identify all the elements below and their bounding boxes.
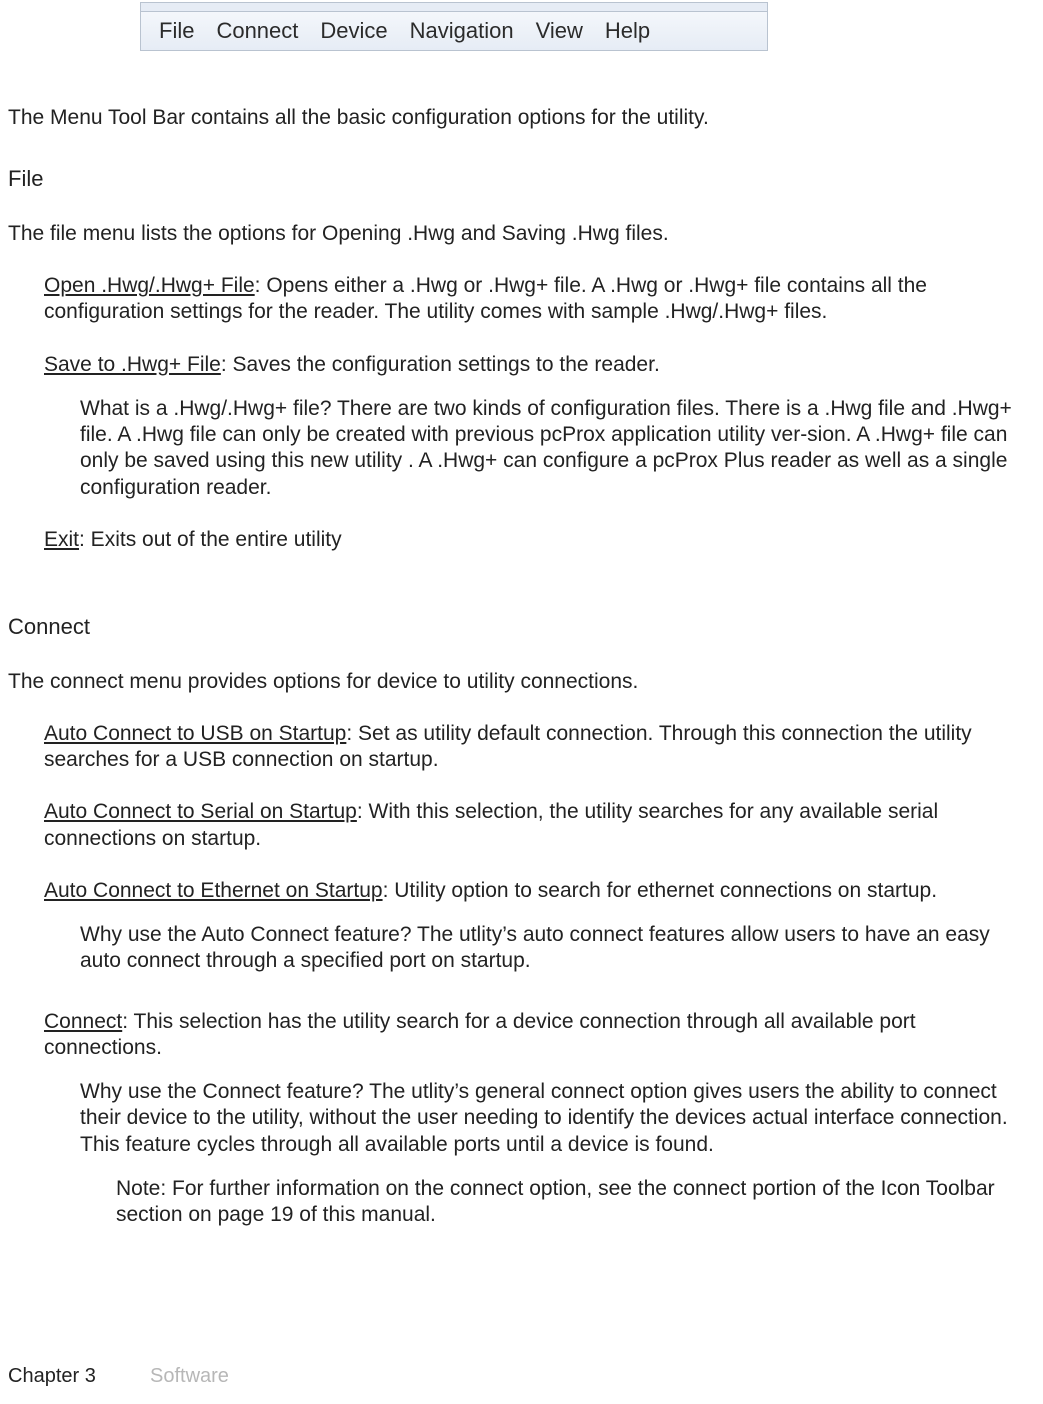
connect-auto-usb-item: Auto Connect to USB on Startup: Set as u… xyxy=(44,721,1035,774)
footer-chapter: Chapter 3 xyxy=(8,1365,96,1388)
connect-auto-eth-item: Auto Connect to Ethernet on Startup: Uti… xyxy=(44,878,1035,904)
connect-auto-eth-label: Auto Connect to Ethernet on Startup xyxy=(44,879,383,902)
file-save-desc: : Saves the configuration settings to th… xyxy=(221,353,660,376)
file-exit-label: Exit xyxy=(44,528,79,551)
connect-connect-label: Connect xyxy=(44,1010,122,1033)
menu-item-device[interactable]: Device xyxy=(320,18,387,44)
menu-item-view[interactable]: View xyxy=(536,18,583,44)
file-whatis: What is a .Hwg/.Hwg+ file? There are two… xyxy=(80,396,1035,501)
connect-connect-desc: : This selection has the utility search … xyxy=(44,1010,916,1059)
menu-toolbar-screenshot: File Connect Device Navigation View Help xyxy=(140,2,768,51)
footer-section: Software xyxy=(150,1365,229,1388)
connect-auto-eth-desc: : Utility option to search for ethernet … xyxy=(383,879,937,902)
document-page: File Connect Device Navigation View Help… xyxy=(0,0,1043,1404)
connect-intro: The connect menu provides options for de… xyxy=(8,669,1035,695)
menu-bar: File Connect Device Navigation View Help xyxy=(140,11,768,51)
file-exit-desc: : Exits out of the entire utility xyxy=(79,528,342,551)
connect-auto-serial-item: Auto Connect to Serial on Startup: With … xyxy=(44,799,1035,852)
heading-file: File xyxy=(8,165,1035,193)
file-open-item: Open .Hwg/.Hwg+ File: Opens either a .Hw… xyxy=(44,273,1035,326)
connect-auto-serial-label: Auto Connect to Serial on Startup xyxy=(44,800,357,823)
file-save-item: Save to .Hwg+ File: Saves the configurat… xyxy=(44,352,1035,378)
window-chrome xyxy=(140,2,768,11)
file-exit-item: Exit: Exits out of the entire utility xyxy=(44,527,1035,553)
lead-paragraph: The Menu Tool Bar contains all the basic… xyxy=(8,105,1035,131)
menu-item-help[interactable]: Help xyxy=(605,18,650,44)
body-text: The Menu Tool Bar contains all the basic… xyxy=(0,105,1043,1228)
file-intro: The file menu lists the options for Open… xyxy=(8,221,1035,247)
file-save-label: Save to .Hwg+ File xyxy=(44,353,221,376)
heading-connect: Connect xyxy=(8,613,1035,641)
connect-why-auto: Why use the Auto Connect feature? The ut… xyxy=(80,922,1035,975)
menu-item-connect[interactable]: Connect xyxy=(216,18,298,44)
connect-auto-usb-label: Auto Connect to USB on Startup xyxy=(44,722,346,745)
menu-item-navigation[interactable]: Navigation xyxy=(410,18,514,44)
connect-note: Note: For further information on the con… xyxy=(116,1176,1035,1229)
menu-item-file[interactable]: File xyxy=(159,18,194,44)
connect-connect-item: Connect: This selection has the utility … xyxy=(44,1009,1035,1062)
file-open-label: Open .Hwg/.Hwg+ File xyxy=(44,274,255,297)
connect-why-connect: Why use the Connect feature? The utlity’… xyxy=(80,1079,1035,1158)
